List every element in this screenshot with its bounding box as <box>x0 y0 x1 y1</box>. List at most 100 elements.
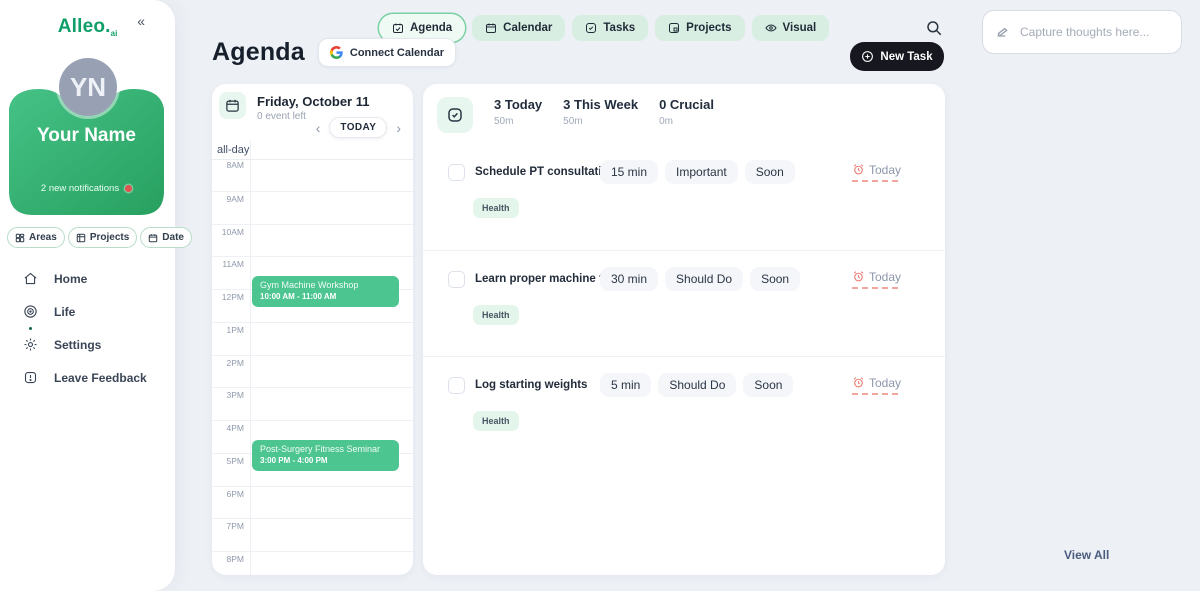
duration-chip[interactable]: 30 min <box>600 267 658 291</box>
due-label: Today <box>869 376 901 390</box>
task-title: Log starting weights <box>475 379 600 391</box>
timeframe-chip[interactable]: Soon <box>750 267 800 291</box>
due-date-control[interactable]: Today <box>852 376 901 395</box>
hour-row: 3PM <box>212 387 413 420</box>
view-all-link[interactable]: View All <box>1064 548 1109 562</box>
today-button[interactable]: TODAY <box>329 117 387 138</box>
sidebar-item-leave-feedback[interactable]: Leave Feedback <box>0 361 175 394</box>
task-checkbox[interactable] <box>448 377 465 394</box>
alarm-clock-icon <box>852 163 865 176</box>
calendar-event-post-surgery-fitness-seminar[interactable]: Post-Surgery Fitness Seminar 3:00 PM - 4… <box>252 440 399 471</box>
page-title: Agenda <box>212 38 305 67</box>
alarm-clock-icon <box>852 376 865 389</box>
date-label: Date <box>162 232 184 243</box>
stat-crucial-sub: 0m <box>659 116 714 127</box>
due-date-control[interactable]: Today <box>852 163 901 182</box>
all-day-row: all-day <box>212 140 413 160</box>
hour-row: 9AM <box>212 191 413 224</box>
task-tag-health: Health <box>473 198 519 218</box>
settings-label: Settings <box>54 338 101 352</box>
capture-thoughts-input[interactable] <box>1020 25 1170 39</box>
hour-row: 2PM <box>212 355 413 388</box>
due-underline <box>852 393 898 395</box>
event-time: 10:00 AM - 11:00 AM <box>260 292 391 301</box>
areas-button[interactable]: Areas <box>7 227 65 248</box>
home-icon <box>23 271 38 286</box>
priority-chip[interactable]: Important <box>665 160 738 184</box>
projects-button[interactable]: Projects <box>68 227 137 248</box>
gear-icon <box>23 337 38 352</box>
connect-calendar-label: Connect Calendar <box>350 47 444 59</box>
profile-name: Your Name <box>9 125 164 147</box>
notifications-row[interactable]: 2 new notifications <box>9 183 164 194</box>
task-title: Schedule PT consultation <box>475 166 600 178</box>
due-date-control[interactable]: Today <box>852 270 901 289</box>
stat-today-sub: 50m <box>494 116 542 127</box>
agenda-calendar-icon <box>219 92 246 119</box>
all-day-label: all-day <box>217 144 249 156</box>
stat-crucial-value: 0 Crucial <box>659 97 714 112</box>
stat-this-week-value: 3 This Week <box>563 97 638 112</box>
date-button[interactable]: Date <box>140 227 192 248</box>
app-window: Alleo.ai « YN Your Name 2 new notificati… <box>0 0 1200 591</box>
hour-row: 1PM <box>212 322 413 355</box>
sidebar-nav: Home Life Settings Leave Feedback <box>0 262 175 394</box>
task-checkbox[interactable] <box>448 164 465 181</box>
agenda-icon <box>392 22 404 34</box>
calendar-event-gym-machine-workshop[interactable]: Gym Machine Workshop 10:00 AM - 11:00 AM <box>252 276 399 307</box>
timeframe-chip[interactable]: Soon <box>745 160 795 184</box>
new-task-button[interactable]: New Task <box>850 42 944 71</box>
timeframe-chip[interactable]: Soon <box>743 373 793 397</box>
task-checkbox[interactable] <box>448 271 465 288</box>
sidebar-item-life[interactable]: Life <box>0 295 175 328</box>
prev-day-button[interactable]: ‹ <box>314 121 323 135</box>
search-button[interactable] <box>923 18 945 40</box>
tab-projects[interactable]: Projects <box>655 15 744 41</box>
hour-label: 11AM <box>212 257 247 269</box>
tab-calendar[interactable]: Calendar <box>472 15 565 41</box>
sidebar-filter-row: Areas Projects Date <box>7 227 192 248</box>
duration-chip[interactable]: 5 min <box>600 373 651 397</box>
due-label: Today <box>869 163 901 177</box>
hour-label: 7PM <box>212 519 247 531</box>
projects-grid-icon <box>668 22 680 34</box>
tab-projects-label: Projects <box>686 22 731 34</box>
sidebar-item-home[interactable]: Home <box>0 262 175 295</box>
task-tag-health: Health <box>473 305 519 325</box>
next-day-button[interactable]: › <box>394 121 403 135</box>
sidebar-item-settings[interactable]: Settings <box>0 328 175 361</box>
hour-row: 7PM <box>212 518 413 551</box>
hour-rows: 8AM 9AM 10AM 11AM 12PM 1PM 2PM 3PM 4PM 5… <box>212 158 413 575</box>
tasks-check-square-icon <box>437 97 473 133</box>
tab-tasks-label: Tasks <box>603 22 635 34</box>
avatar[interactable]: YN <box>59 58 117 116</box>
notification-dot <box>125 185 132 192</box>
visual-eye-icon <box>765 22 777 34</box>
task-main-line: Log starting weights 5 min Should Do Soo… <box>423 357 945 397</box>
priority-chip[interactable]: Should Do <box>658 373 736 397</box>
task-title: Learn proper machine form <box>475 273 600 285</box>
connect-calendar-button[interactable]: Connect Calendar <box>318 38 456 67</box>
logo-text: Alleo. <box>58 16 111 37</box>
tab-visual-label: Visual <box>783 22 817 34</box>
search-icon <box>925 19 943 37</box>
projects-label: Projects <box>90 232 129 243</box>
logo-suffix: ai <box>111 29 118 38</box>
hour-label: 12PM <box>212 290 247 302</box>
projects-icon <box>76 233 86 243</box>
stat-today-value: 3 Today <box>494 97 542 112</box>
hour-row: 8PM <box>212 551 413 575</box>
hour-label: 4PM <box>212 421 247 433</box>
priority-chip[interactable]: Should Do <box>665 267 743 291</box>
duration-chip[interactable]: 15 min <box>600 160 658 184</box>
tab-visual[interactable]: Visual <box>752 15 830 41</box>
life-target-icon <box>23 304 38 319</box>
hour-label: 10AM <box>212 225 247 237</box>
agenda-panel: Friday, October 11 0 event left ‹ TODAY … <box>212 84 413 575</box>
tasks-stats-row: 3 Today 50m 3 This Week 50m 0 Crucial 0m <box>437 97 714 133</box>
sidebar: Alleo.ai « YN Your Name 2 new notificati… <box>0 0 175 591</box>
tab-tasks[interactable]: Tasks <box>572 15 648 41</box>
sidebar-collapse-button[interactable]: « <box>137 13 145 29</box>
hour-label: 6PM <box>212 487 247 499</box>
areas-icon <box>15 233 25 243</box>
